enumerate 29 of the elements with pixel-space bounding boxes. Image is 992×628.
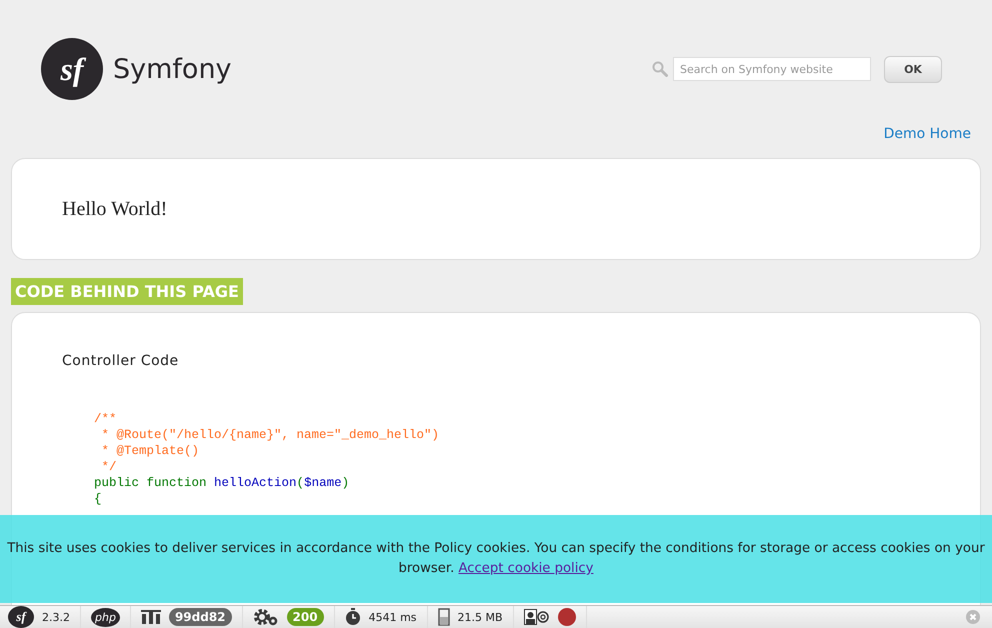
memory-icon	[438, 608, 450, 626]
demo-home-link[interactable]: Demo Home	[884, 126, 971, 148]
memory-text: 21.5 MB	[458, 610, 503, 624]
code-line: public function helloAction($name)	[94, 475, 350, 491]
section-label: CODE BEHIND THIS PAGE	[11, 278, 243, 305]
greeting-heading: Hello World!	[62, 198, 168, 220]
php-badge[interactable]: php	[91, 608, 120, 626]
code-line: * @Template()	[100, 443, 200, 459]
code-line: * @Route("/hello/{name}", name="_demo_hello")	[100, 427, 440, 443]
cookie-notice: This site uses cookies to deliver services in accordance with the Policy cookies. You can specify the conditions for storage or access cookies on your browser. Accept cookie policy	[6, 540, 986, 578]
contact-card-icon[interactable]	[524, 609, 550, 625]
logo-text: Symfony	[113, 54, 232, 84]
record-dot-icon[interactable]	[558, 608, 576, 626]
code-line: {	[94, 491, 103, 507]
search-button[interactable]: OK	[884, 56, 942, 82]
symfony-logo-mark[interactable]: sf	[8, 606, 34, 628]
code-line: /**	[94, 411, 118, 427]
token-badge[interactable]: 99dd82	[168, 608, 232, 626]
search-field[interactable]: Search on Symfony website	[673, 57, 871, 81]
stopwatch-icon	[344, 608, 361, 626]
version-text: 2.3.2	[42, 610, 70, 624]
bars-icon	[140, 609, 161, 625]
symfony-logo-mark: sf	[41, 38, 103, 100]
code-line: */	[100, 459, 118, 475]
code-title: Controller Code	[62, 353, 180, 369]
time-text: 4541 ms	[368, 610, 417, 624]
search-icon	[652, 61, 668, 77]
gears-icon	[252, 608, 279, 626]
accept-cookie-link[interactable]: Accept cookie policy	[458, 561, 594, 576]
